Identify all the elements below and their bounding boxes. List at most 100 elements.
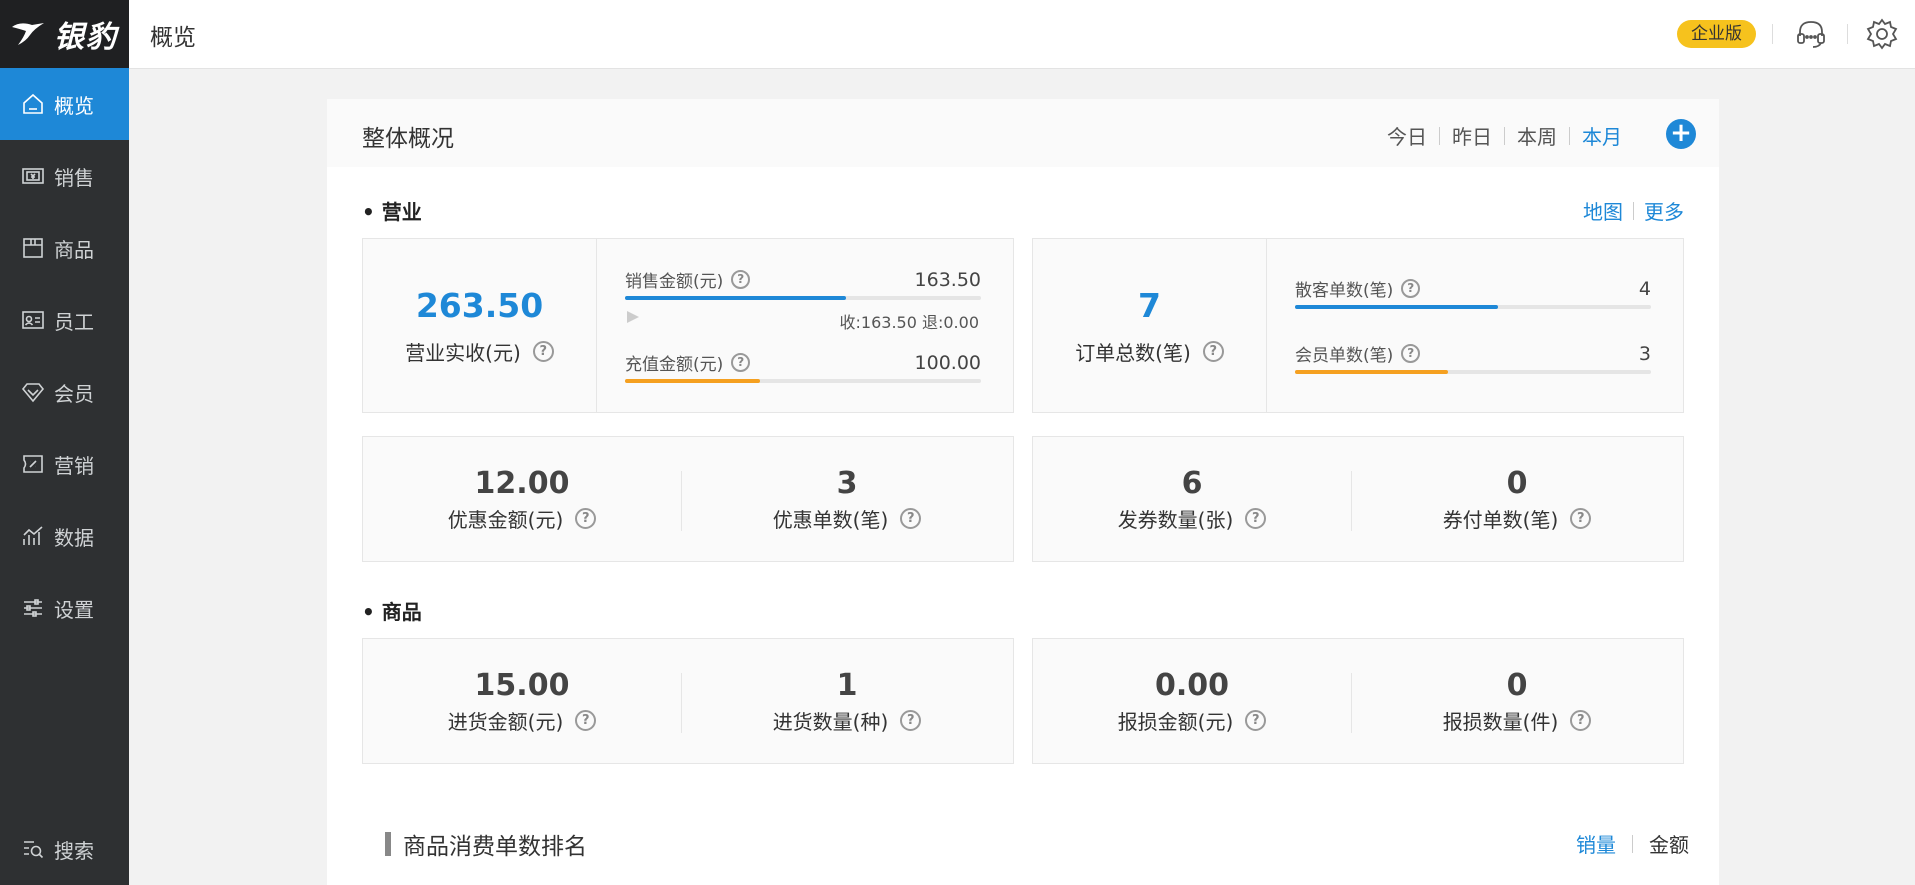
help-icon[interactable]: ? [532, 340, 554, 362]
sidebar-item-sales[interactable]: 销售 [0, 140, 129, 212]
section-business-title: • 营业 [362, 200, 422, 224]
sidebar-item-search[interactable]: 搜索 [0, 813, 129, 885]
sidebar-item-data[interactable]: 数据 [0, 500, 129, 572]
sidebar-item-overview[interactable]: 概览 [0, 68, 129, 140]
coupon-paid-label-row: 券付单数(笔)? [1443, 504, 1592, 533]
divider [1266, 239, 1267, 412]
help-icon[interactable]: ? [575, 507, 597, 529]
loss-amount-value: 0.00 [1154, 667, 1230, 703]
headset-icon[interactable] [1794, 17, 1828, 51]
purchase-amount-label-row: 进货金额(元)? [448, 706, 597, 735]
sales-label: 销售金额(元) [625, 272, 724, 292]
recharge-row: 充值金额(元)? 100.00 [625, 350, 981, 376]
add-button[interactable]: + [1666, 119, 1696, 149]
recharge-bar [625, 379, 981, 383]
logo[interactable]: 银豹 [0, 0, 129, 68]
id-card-icon [20, 307, 46, 333]
coupon-paid-label: 券付单数(笔) [1442, 507, 1559, 532]
sidebar-item-marketing[interactable]: 营销 [0, 428, 129, 500]
sidebar-item-label: 会员 [54, 381, 94, 406]
ranking-title-row: 商品消费单数排名 [385, 827, 587, 861]
loss-amount-label: 报损金额(元) [1117, 709, 1234, 734]
loss-count-stat: 0 报损数量(件)? [1351, 639, 1683, 763]
help-icon[interactable]: ? [731, 270, 751, 289]
sidebar-item-staff[interactable]: 员工 [0, 284, 129, 356]
divider [1632, 834, 1633, 853]
help-icon[interactable]: ? [731, 353, 751, 372]
divider [1847, 24, 1848, 44]
sidebar: 银豹 概览 销售 商品 员工 会员 营销 数据 设置 搜索 [0, 0, 129, 885]
help-icon[interactable]: ? [1401, 344, 1421, 363]
revenue-label: 营业实收(元) [405, 340, 521, 365]
overview-panel: 整体概况 今日 昨日 本周 本月 + • 营业 地图 更多 263.50 营业实… [327, 99, 1719, 885]
sidebar-item-label: 概览 [54, 93, 94, 118]
sales-value: 163.50 [914, 268, 981, 291]
discount-count-value: 3 [836, 465, 858, 501]
revenue-label-row: 营业实收(元) ? [405, 337, 554, 366]
divider [1772, 24, 1773, 44]
discount-count-label-row: 优惠单数(笔)? [773, 504, 922, 533]
sales-bar [625, 296, 981, 300]
sidebar-item-settings[interactable]: 设置 [0, 572, 129, 644]
sidebar-item-label: 设置 [54, 597, 94, 622]
period-today[interactable]: 今日 [1375, 121, 1439, 150]
coupon-issued-stat: 6 发券数量(张)? [1033, 437, 1351, 561]
purchase-count-label: 进货数量(种) [772, 709, 889, 734]
panel-header: 整体概况 今日 昨日 本周 本月 + [327, 99, 1719, 167]
walkin-label: 散客单数(笔) [1295, 281, 1394, 301]
purchase-amount-label: 进货金额(元) [447, 709, 564, 734]
sidebar-item-label: 数据 [54, 525, 94, 550]
walkin-bar-fill [1295, 305, 1498, 309]
sidebar-item-label: 员工 [54, 309, 94, 334]
home-icon [20, 91, 46, 117]
help-icon[interactable]: ? [575, 709, 597, 731]
period-week[interactable]: 本周 [1505, 121, 1569, 150]
tab-amount[interactable]: 金额 [1649, 829, 1689, 858]
page-title: 概览 [150, 25, 196, 51]
member-row: 会员单数(笔)? 3 [1295, 341, 1651, 367]
coupon-paid-value: 0 [1506, 465, 1528, 501]
help-icon[interactable]: ? [1202, 340, 1224, 362]
walkin-bar [1295, 305, 1651, 309]
discount-amount-value: 12.00 [474, 465, 570, 501]
box-icon [20, 235, 46, 261]
search-icon [20, 836, 46, 862]
play-icon[interactable] [625, 309, 641, 325]
gear-icon[interactable] [1865, 17, 1899, 51]
help-icon[interactable]: ? [1570, 507, 1592, 529]
discount-count-label: 优惠单数(笔) [772, 507, 889, 532]
map-link[interactable]: 地图 [1583, 196, 1623, 225]
revenue-value: 263.50 [415, 285, 544, 325]
logo-icon [12, 23, 44, 45]
period-yesterday[interactable]: 昨日 [1440, 121, 1504, 150]
sidebar-item-member[interactable]: 会员 [0, 356, 129, 428]
more-link[interactable]: 更多 [1644, 196, 1684, 225]
orders-value: 7 [1138, 285, 1161, 325]
discount-amount-label: 优惠金额(元) [447, 507, 564, 532]
ranking-tabs: 销量 金额 [1576, 829, 1689, 858]
loss-count-label: 报损数量(件) [1442, 709, 1559, 734]
help-icon[interactable]: ? [1245, 507, 1267, 529]
section-goods-title: • 商品 [362, 600, 422, 624]
walkin-row: 散客单数(笔)? 4 [1295, 276, 1651, 302]
period-month[interactable]: 本月 [1570, 121, 1634, 150]
loss-card: 0.00 报损金额(元)? 0 报损数量(件)? [1032, 638, 1684, 764]
sales-row: 销售金额(元)? 163.50 [625, 267, 981, 293]
sidebar-item-goods[interactable]: 商品 [0, 212, 129, 284]
purchase-amount-stat: 15.00 进货金额(元)? [363, 639, 681, 763]
sidebar-item-label: 商品 [54, 237, 94, 262]
help-icon[interactable]: ? [1570, 709, 1592, 731]
panel-title: 整体概况 [362, 126, 454, 152]
logo-text: 银豹 [54, 20, 118, 55]
help-icon[interactable]: ? [1245, 709, 1267, 731]
member-label: 会员单数(笔) [1295, 346, 1394, 366]
ranking-title: 商品消费单数排名 [403, 834, 587, 860]
sidebar-item-label: 营销 [54, 453, 94, 478]
sales-bar-fill [625, 296, 846, 300]
help-icon[interactable]: ? [900, 507, 922, 529]
orders-card: 7 订单总数(笔) ? 散客单数(笔)? 4 会员单数(笔)? 3 [1032, 238, 1684, 413]
edition-badge: 企业版 [1677, 20, 1756, 48]
tab-quantity[interactable]: 销量 [1576, 829, 1616, 858]
help-icon[interactable]: ? [900, 709, 922, 731]
help-icon[interactable]: ? [1401, 279, 1421, 298]
